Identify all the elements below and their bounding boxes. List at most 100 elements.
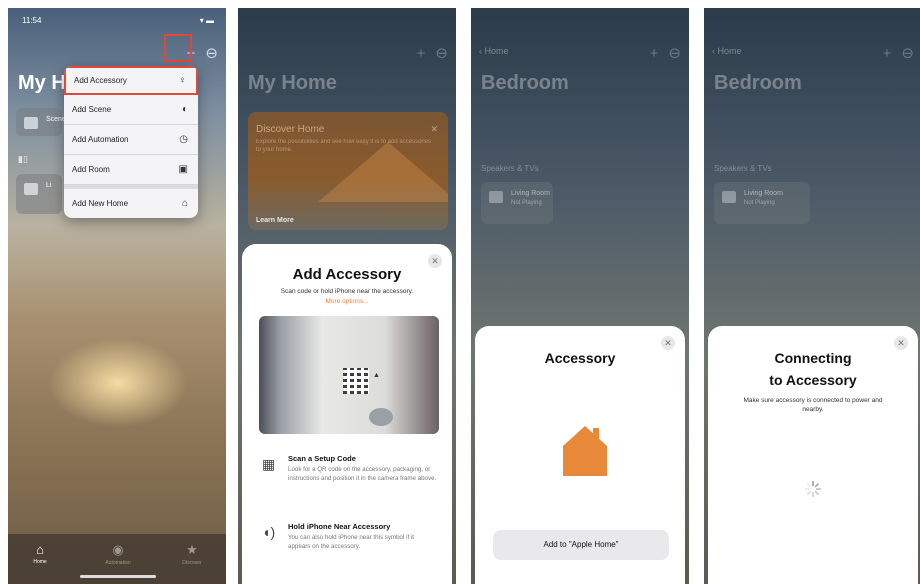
page-title: Bedroom: [481, 72, 569, 94]
page-title: My H: [18, 72, 66, 94]
menu-label: Add Accessory: [74, 76, 127, 85]
menu-item-add-scene[interactable]: Add Scene ◐: [64, 95, 198, 125]
speaker-tile[interactable]: Living Room Not Playing: [714, 182, 810, 224]
tab-label: Automation: [105, 560, 131, 566]
scene-tile[interactable]: Scene: [16, 108, 66, 136]
sheet-title: Add Accessory: [292, 266, 402, 283]
more-icon[interactable]: ⊖: [205, 45, 218, 62]
lightbulb-icon: ♀: [178, 75, 187, 86]
step-description: You can also hold iPhone near this symbo…: [288, 534, 415, 550]
clock-icon: ◷: [179, 134, 188, 145]
back-button[interactable]: ‹ Home: [479, 46, 509, 56]
discover-card[interactable]: Discover Home ✕ Explore the possibilitie…: [248, 112, 448, 230]
more-icon[interactable]: ⊖: [668, 45, 681, 62]
more-options-link[interactable]: More options...: [242, 298, 452, 305]
close-icon[interactable]: ✕: [430, 124, 438, 135]
tv-icon: [722, 191, 736, 203]
back-label: Home: [717, 46, 742, 56]
tile-subtitle: Not Playing: [744, 200, 775, 206]
add-icon[interactable]: +: [417, 45, 426, 62]
automation-icon: ◉: [112, 542, 124, 557]
accessory-sheet: ✕ Accessory Add to "Apple Home": [475, 326, 685, 584]
header-icons: + ⊖: [873, 44, 914, 62]
menu-label: Add Scene: [72, 105, 112, 114]
screen-add-accessory: + ⊖ My Home Discover Home ✕ Explore the p…: [238, 8, 456, 584]
step-title: Scan a Setup Code: [288, 454, 356, 463]
menu-item-add-accessory[interactable]: Add Accessory ♀: [64, 66, 198, 95]
back-button[interactable]: ‹ Home: [712, 46, 742, 56]
sheet-title-line-2: to Accessory: [769, 372, 857, 388]
tab-bar: ⌂ Home ◉ Automation ★ Discover: [8, 534, 226, 584]
star-icon: ★: [186, 542, 198, 557]
qr-code-icon: ▦: [262, 456, 276, 472]
home-icon: ⌂: [181, 198, 188, 209]
more-icon[interactable]: ⊖: [435, 45, 448, 62]
tile-subtitle: Not Playing: [511, 200, 542, 206]
home-indicator: [80, 575, 156, 578]
accessory-tile[interactable]: Li: [16, 174, 62, 214]
section-heading: Speakers & TVs: [481, 164, 539, 173]
tv-icon: [24, 183, 38, 195]
qr-code-pattern: [343, 368, 369, 394]
warning-icon: ▲: [373, 372, 380, 379]
scene-icon: [24, 117, 38, 129]
tab-home[interactable]: ⌂ Home: [10, 542, 70, 565]
page-title: My Home: [248, 72, 337, 94]
tab-label: Discover: [182, 560, 202, 566]
screen-connecting: ‹ Home + ⊖ Bedroom Speakers & TVs Living …: [704, 8, 920, 584]
more-icon[interactable]: ⊖: [901, 45, 914, 62]
menu-item-add-automation[interactable]: Add Automation ◷: [64, 125, 198, 155]
add-icon[interactable]: +: [883, 45, 892, 62]
tile-title: Scene: [46, 116, 66, 123]
tab-label: Home: [33, 559, 47, 565]
discover-description: Explore the possibilities and see how ea…: [256, 139, 432, 153]
speaker-tile[interactable]: Living Room Not Playing: [481, 182, 553, 224]
add-icon[interactable]: +: [650, 45, 659, 62]
tab-automation[interactable]: ◉ Automation: [88, 542, 148, 566]
nfc-icon: ◖): [262, 524, 276, 540]
tab-discover[interactable]: ★ Discover: [162, 542, 222, 566]
close-icon[interactable]: ✕: [894, 336, 908, 350]
tv-icon: [489, 191, 503, 203]
tile-title: Living Room: [744, 190, 783, 197]
sun-glow: [48, 338, 188, 428]
room-icon: ▣: [178, 164, 188, 175]
add-button-highlight: [164, 34, 192, 62]
home-icon: ⌂: [36, 542, 44, 557]
sheet-title-line-1: Connecting: [774, 350, 852, 366]
tile-title: Living Room: [511, 190, 550, 197]
menu-item-add-new-home[interactable]: Add New Home ⌂: [64, 189, 198, 218]
section-heading: Speakers & TVs: [714, 164, 772, 173]
status-time: 11:54: [22, 16, 42, 25]
scan-code-step: ▦ Scan a Setup Code Look for a QR code o…: [262, 454, 442, 504]
menu-item-add-room[interactable]: Add Room ▣: [64, 155, 198, 185]
close-icon[interactable]: ✕: [661, 336, 675, 350]
camera-lens: [369, 408, 393, 426]
scene-icon: ◐: [181, 104, 188, 115]
screen-home-menu: 11:54 ▾ ▬ + ⊖ My H Scene ▮▯ Li Add Access…: [8, 8, 226, 584]
step-title: Hold iPhone Near Accessory: [288, 522, 391, 531]
add-to-home-button[interactable]: Add to "Apple Home": [493, 530, 669, 560]
camera-viewfinder: ▲: [259, 316, 439, 434]
menu-label: Add New Home: [72, 199, 129, 208]
back-label: Home: [484, 46, 509, 56]
connecting-sheet: ✕ Connecting to Accessory Make sure acce…: [708, 326, 918, 584]
screen-accessory-found: ‹ Home + ⊖ Bedroom Speakers & TVs Living …: [471, 8, 689, 584]
section-icon: ▮▯: [18, 154, 28, 164]
add-accessory-sheet: ✕ Add Accessory Scan code or hold iPhone…: [242, 244, 452, 584]
sheet-title: Accessory: [544, 350, 616, 366]
header-icons: + ⊖: [640, 44, 681, 62]
page-title: Bedroom: [714, 72, 802, 94]
loading-spinner-icon: [804, 480, 822, 498]
add-menu: Add Accessory ♀ Add Scene ◐ Add Automati…: [64, 66, 198, 218]
step-description: Look for a QR code on the accessory, pac…: [288, 466, 437, 482]
menu-label: Add Room: [72, 165, 110, 174]
nfc-step: ◖) Hold iPhone Near Accessory You can al…: [262, 522, 442, 562]
battery-icon: ▾ ▬: [199, 16, 214, 25]
menu-label: Add Automation: [72, 135, 129, 144]
tile-title: Li: [46, 182, 52, 189]
learn-more-link[interactable]: Learn More: [256, 217, 294, 224]
sheet-subtitle: Scan code or hold iPhone near the access…: [280, 288, 414, 295]
discover-title: Discover Home: [256, 124, 325, 135]
home-accessory-icon: [563, 426, 607, 476]
